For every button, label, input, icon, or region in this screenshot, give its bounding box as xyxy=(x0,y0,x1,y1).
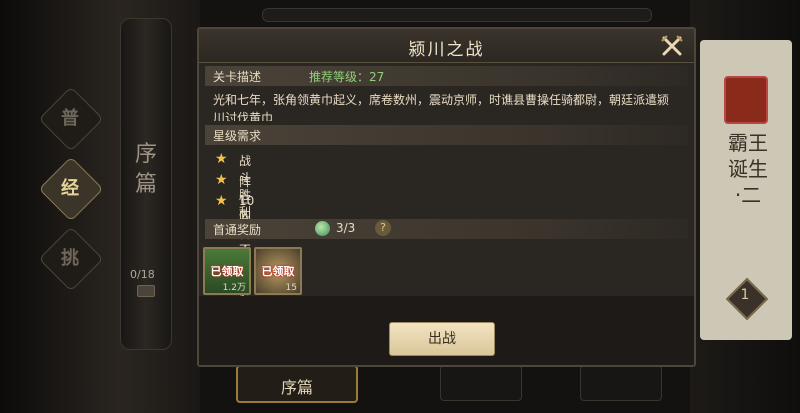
jade-icon xyxy=(315,221,330,236)
bottom-tab-prologue[interactable]: 序篇 xyxy=(236,365,358,403)
bottom-tab-3[interactable] xyxy=(580,365,662,401)
first-clear-label: 首通奖励 xyxy=(213,223,262,237)
claimed-label: 已领取 xyxy=(261,265,295,278)
top-progress-bar xyxy=(262,8,652,22)
stage-dialog: 颍川之战 关卡描述 推荐等级：27 光和七年，张角领黄巾起义，席卷数州，震动京师… xyxy=(197,27,696,367)
reward-item[interactable]: 已领取 15 xyxy=(254,247,302,295)
star-req-label: 星级需求 xyxy=(213,129,262,143)
battle-button[interactable]: 出战 xyxy=(389,322,495,356)
star-icon: ★ xyxy=(215,193,228,209)
star-icon: ★ xyxy=(215,151,228,167)
chest-icon[interactable] xyxy=(137,285,155,297)
tab-elite-label: 经 xyxy=(61,178,79,199)
stage-description: 光和七年，张角领黄巾起义，席卷数州，震动京师，时谯县曹操任骑都尉，朝廷派遣颍川讨… xyxy=(213,93,670,121)
tab-challenge-label: 挑 xyxy=(61,248,79,269)
seal-icon xyxy=(724,76,768,124)
star-icon: ★ xyxy=(215,172,228,188)
reward-item[interactable]: 已领取 1.2万 xyxy=(203,247,251,295)
star-req-bar: 星级需求 xyxy=(205,125,688,145)
reward-quantity: 1.2万 xyxy=(222,283,246,293)
reward-quantity: 15 xyxy=(285,283,297,293)
bottom-tab-prologue-label: 序篇 xyxy=(280,378,313,397)
claimed-label: 已领取 xyxy=(210,265,244,278)
bottom-tab-2[interactable] xyxy=(440,365,522,401)
dialog-title: 颍川之战 xyxy=(408,40,485,60)
first-clear-bar: 首通奖励 3/3 ? xyxy=(205,219,688,239)
chapter-scroll-title: 序篇 xyxy=(134,142,157,197)
stage-desc-bar: 关卡描述 推荐等级：27 xyxy=(205,66,688,86)
dialog-header: 颍川之战 xyxy=(199,29,694,63)
stage-desc-label: 关卡描述 xyxy=(213,70,262,84)
close-icon[interactable] xyxy=(659,33,685,59)
chapter-badge-number: 1 xyxy=(740,287,750,303)
next-chapter-title: 霸王诞生·二 xyxy=(728,131,768,207)
tab-normal-label: 普 xyxy=(61,108,79,129)
help-icon[interactable]: ? xyxy=(375,220,391,236)
recommended-level: 推荐等级：27 xyxy=(309,70,385,84)
chapter-progress: 0/18 xyxy=(130,268,155,281)
reward-count: 3/3 xyxy=(336,221,356,235)
